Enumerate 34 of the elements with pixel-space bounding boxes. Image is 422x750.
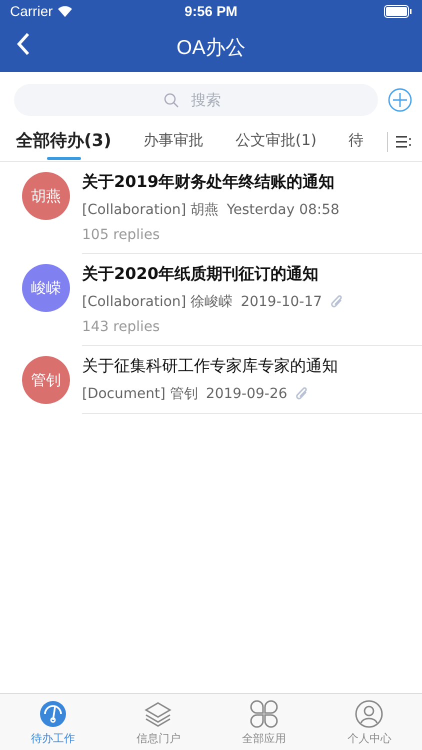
four-petal-icon (250, 700, 278, 728)
status-time: 9:56 PM (184, 3, 238, 19)
bottom-tab[interactable]: 待办工作 (0, 694, 106, 750)
search-field[interactable]: 搜索 (14, 84, 378, 116)
page-title: OA办公 (176, 36, 246, 60)
avatar: 峻嵘 (22, 264, 70, 312)
layers-icon (144, 700, 172, 728)
category-tab[interactable]: 公文审批(1) (235, 125, 317, 158)
item-title[interactable]: 关于2019年财务处年终结账的通知 (82, 172, 422, 193)
paperclip-icon (330, 294, 344, 310)
item-date: Yesterday 08:58 (226, 202, 340, 218)
wifi-icon (56, 5, 73, 17)
menu-icon[interactable] (396, 134, 412, 148)
item-source: [Collaboration] 徐峻嵘 (82, 293, 233, 311)
gauge-icon (38, 700, 67, 728)
back-button[interactable] (16, 32, 30, 56)
reply-count: 143 replies (82, 319, 161, 335)
user-icon (355, 700, 384, 728)
search-icon (164, 93, 179, 108)
item-date: 2019-09-26 (206, 386, 288, 402)
item-title[interactable]: 关于2020年纸质期刊征订的通知 (82, 264, 422, 285)
carrier-label: Carrier (10, 3, 53, 19)
category-tab[interactable]: 全部待办(3) (16, 123, 112, 160)
item-source: [Collaboration] 胡燕 (82, 201, 219, 219)
paperclip-icon (295, 386, 310, 402)
avatar: 胡燕 (22, 172, 70, 220)
reply-count: 105 replies (82, 227, 161, 243)
battery-icon (384, 4, 412, 18)
item-date: 2019-10-17 (240, 294, 322, 310)
item-title[interactable]: 关于征集科研工作专家库专家的通知 (82, 356, 422, 377)
category-tab[interactable]: 办事审批 (143, 125, 204, 158)
item-source: [Document] 管钊 (82, 385, 198, 403)
add-button[interactable] (388, 88, 412, 112)
avatar: 管钊 (22, 356, 70, 404)
